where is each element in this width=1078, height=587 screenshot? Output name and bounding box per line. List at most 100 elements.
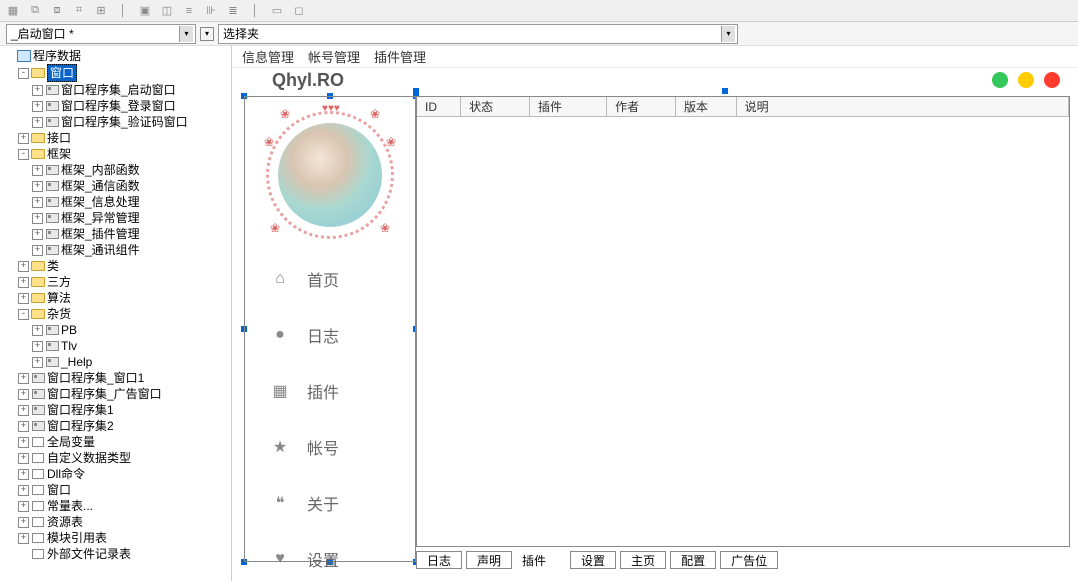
expand-icon[interactable]: +: [32, 245, 43, 256]
menu-account[interactable]: 帐号管理: [308, 47, 360, 66]
window-controls: [992, 72, 1060, 88]
tab-settings[interactable]: 设置: [570, 551, 616, 569]
sidebar-item[interactable]: ♥设置: [245, 531, 415, 587]
column-header[interactable]: 状态: [461, 97, 530, 116]
tree-item[interactable]: +框架_插件管理: [30, 226, 229, 242]
tree-folder-framework[interactable]: -框架: [16, 146, 229, 162]
tree-item[interactable]: +框架_内部函数: [30, 162, 229, 178]
menu-plugin[interactable]: 插件管理: [374, 47, 426, 66]
collapse-icon[interactable]: -: [18, 309, 29, 320]
sidebar-item-label: 首页: [307, 267, 339, 291]
project-tree[interactable]: 程序数据 -窗口 +窗口程序集_启动窗口+窗口程序集_登录窗口+窗口程序集_验证…: [0, 46, 232, 581]
expand-icon[interactable]: +: [18, 133, 29, 144]
tree-folder-algo[interactable]: +算法: [16, 290, 229, 306]
expand-icon[interactable]: +: [32, 85, 43, 96]
expand-icon[interactable]: +: [32, 341, 43, 352]
column-header[interactable]: ID: [417, 97, 461, 116]
window-combobox[interactable]: _启动窗口 * ▾: [6, 24, 196, 44]
column-header[interactable]: 插件: [530, 97, 607, 116]
expand-icon[interactable]: +: [18, 453, 29, 464]
tree-item[interactable]: +窗口程序集_登录窗口: [30, 98, 229, 114]
column-header[interactable]: 说明: [737, 97, 1069, 116]
tree-item[interactable]: +窗口程序集_窗口1: [16, 370, 229, 386]
sidebar-item[interactable]: ❝关于: [245, 475, 415, 531]
tree-item[interactable]: +窗口程序集2: [16, 418, 229, 434]
tree-folder-class[interactable]: +类: [16, 258, 229, 274]
tree-item[interactable]: +窗口程序集_验证码窗口: [30, 114, 229, 130]
folder-combobox[interactable]: 选择夹 ▾: [218, 24, 738, 44]
sidebar-item[interactable]: ▦插件: [245, 363, 415, 419]
tree-folder-interface[interactable]: +接口: [16, 130, 229, 146]
expand-icon[interactable]: +: [18, 533, 29, 544]
preview-sidebar[interactable]: ❀ ❀ ❀ ❀ ❀ ❀ ♥♥♥ ⌂首页●日志▦插件★帐号❝关于♥设置: [244, 96, 416, 562]
tree-item-window[interactable]: +窗口: [16, 482, 229, 498]
tree-folder-misc[interactable]: -杂货: [16, 306, 229, 322]
selection-handle[interactable]: [722, 88, 728, 94]
tree-item[interactable]: +框架_信息处理: [30, 194, 229, 210]
tree-item[interactable]: +_Help: [30, 354, 229, 370]
expand-icon[interactable]: +: [32, 213, 43, 224]
expand-icon[interactable]: +: [32, 197, 43, 208]
close-icon[interactable]: [1044, 72, 1060, 88]
tree-item-globals[interactable]: +全局变量: [16, 434, 229, 450]
tree-item[interactable]: +窗口程序集1: [16, 402, 229, 418]
tree-root[interactable]: 程序数据: [2, 48, 229, 64]
column-header[interactable]: 作者: [607, 97, 676, 116]
column-header[interactable]: 版本: [676, 97, 737, 116]
tree-folder-window[interactable]: -窗口: [16, 64, 229, 82]
sidebar-item[interactable]: ⌂首页: [245, 251, 415, 307]
expand-icon[interactable]: +: [18, 373, 29, 384]
expand-icon[interactable]: +: [32, 325, 43, 336]
expand-icon[interactable]: +: [32, 117, 43, 128]
sidebar-item[interactable]: ●日志: [245, 307, 415, 363]
tree-item-dll[interactable]: +Dll命令: [16, 466, 229, 482]
tab-log[interactable]: 日志: [416, 551, 462, 569]
expand-icon[interactable]: +: [18, 485, 29, 496]
tab-ad[interactable]: 广告位: [720, 551, 778, 569]
tree-item-res[interactable]: +资源表: [16, 514, 229, 530]
prop-icon[interactable]: ▾: [200, 27, 214, 41]
tree-item[interactable]: +窗口程序集_广告窗口: [16, 386, 229, 402]
expand-icon[interactable]: +: [32, 181, 43, 192]
expand-icon[interactable]: +: [32, 229, 43, 240]
tree-folder-third[interactable]: +三方: [16, 274, 229, 290]
maximize-icon[interactable]: [1018, 72, 1034, 88]
tab-home[interactable]: 主页: [620, 551, 666, 569]
tree-item[interactable]: +窗口程序集_启动窗口: [30, 82, 229, 98]
expand-icon[interactable]: +: [18, 421, 29, 432]
tab-config[interactable]: 配置: [670, 551, 716, 569]
tree-item-custom-type[interactable]: +自定义数据类型: [16, 450, 229, 466]
selection-handle[interactable]: [413, 88, 419, 94]
collapse-icon[interactable]: -: [18, 68, 29, 79]
expand-icon[interactable]: +: [18, 261, 29, 272]
expand-icon[interactable]: +: [18, 277, 29, 288]
sidebar-item[interactable]: ★帐号: [245, 419, 415, 475]
preview-canvas[interactable]: Qhyl.RO ❀ ❀: [232, 68, 1078, 581]
expand-icon[interactable]: +: [18, 501, 29, 512]
tab-statement[interactable]: 声明: [466, 551, 512, 569]
tree-item[interactable]: +Tlv: [30, 338, 229, 354]
expand-icon[interactable]: +: [18, 389, 29, 400]
expand-icon[interactable]: +: [32, 101, 43, 112]
tree-item-ext[interactable]: 外部文件记录表: [16, 546, 229, 562]
minimize-icon[interactable]: [992, 72, 1008, 88]
expand-icon[interactable]: +: [18, 405, 29, 416]
tree-item-modref[interactable]: +模块引用表: [16, 530, 229, 546]
expand-icon[interactable]: +: [18, 293, 29, 304]
expand-icon[interactable]: +: [18, 469, 29, 480]
preview-table[interactable]: ID状态插件作者版本说明: [416, 96, 1070, 547]
expand-icon[interactable]: +: [18, 437, 29, 448]
tree-item[interactable]: +框架_异常管理: [30, 210, 229, 226]
tree-item[interactable]: +框架_通讯组件: [30, 242, 229, 258]
expand-icon[interactable]: +: [32, 357, 43, 368]
expand-icon[interactable]: +: [32, 165, 43, 176]
menu-info[interactable]: 信息管理: [242, 47, 294, 66]
tree-item[interactable]: +PB: [30, 322, 229, 338]
toolbar-icon: ⊞: [92, 3, 110, 19]
chevron-down-icon: ▾: [179, 26, 193, 42]
collapse-icon[interactable]: -: [18, 149, 29, 160]
tree-item-const[interactable]: +常量表...: [16, 498, 229, 514]
expand-icon[interactable]: +: [18, 517, 29, 528]
sidebar-item-label: 设置: [307, 547, 339, 571]
tree-item[interactable]: +框架_通信函数: [30, 178, 229, 194]
